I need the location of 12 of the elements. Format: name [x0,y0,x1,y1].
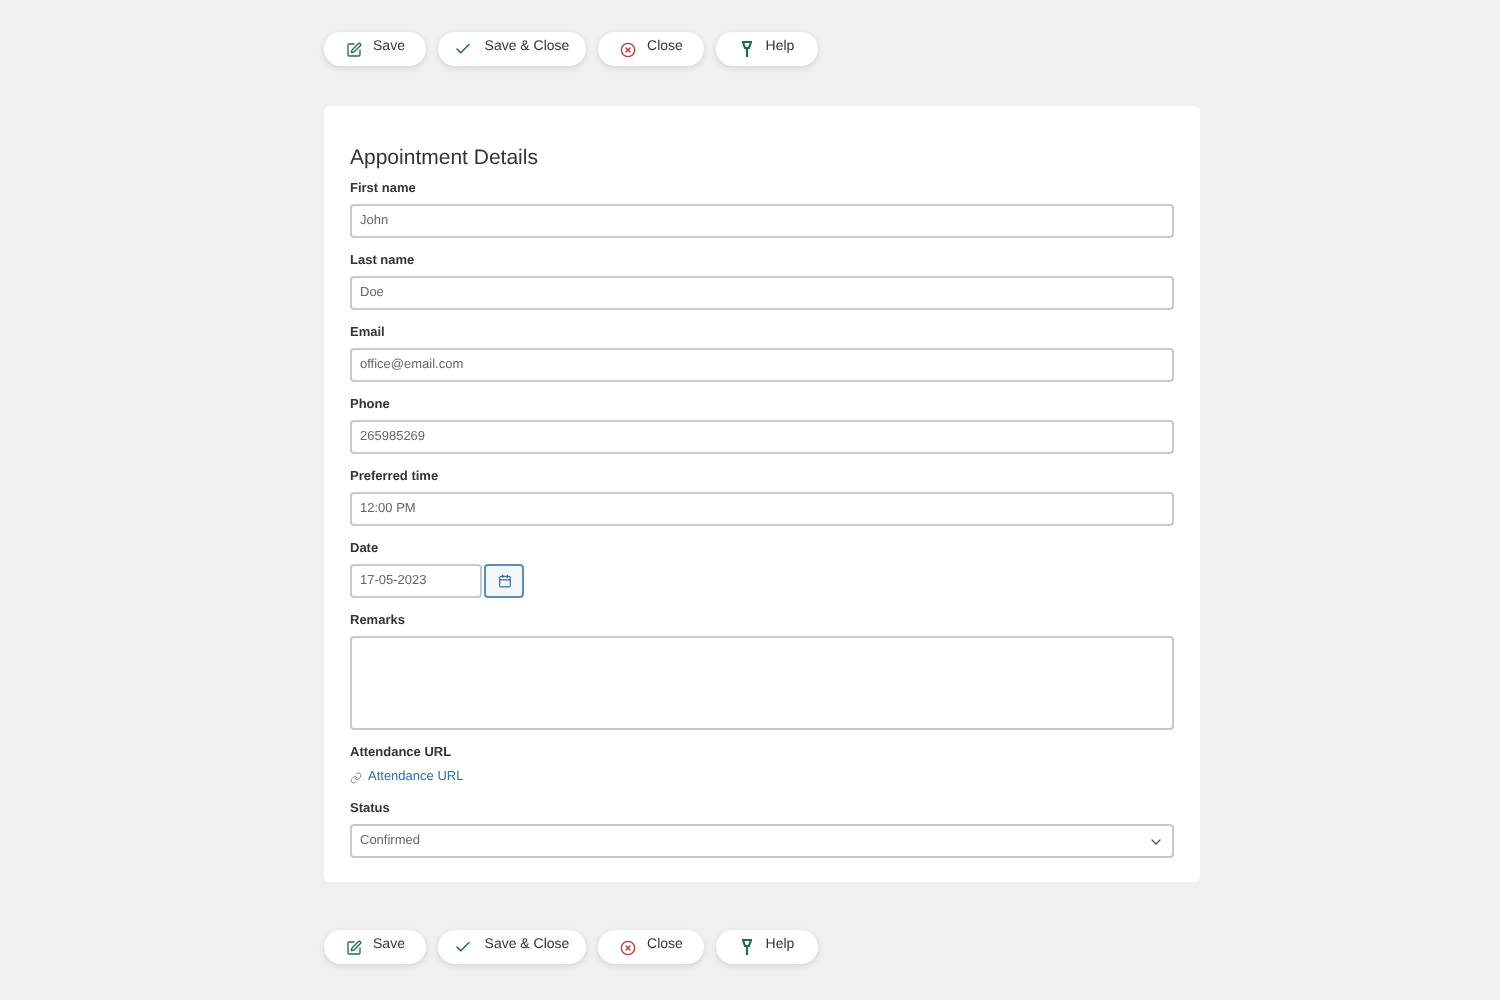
form-title: Appointment Details [350,146,540,172]
check-icon [454,938,473,956]
calendar-button[interactable] [484,564,524,598]
link-icon [350,771,362,783]
edit-icon [345,939,362,955]
close-icon [619,939,636,955]
edit-icon [345,41,362,57]
help-icon [739,938,754,956]
check-icon [454,40,473,58]
calendar-icon [497,574,511,588]
help-icon [739,40,754,58]
close-icon [619,41,636,57]
